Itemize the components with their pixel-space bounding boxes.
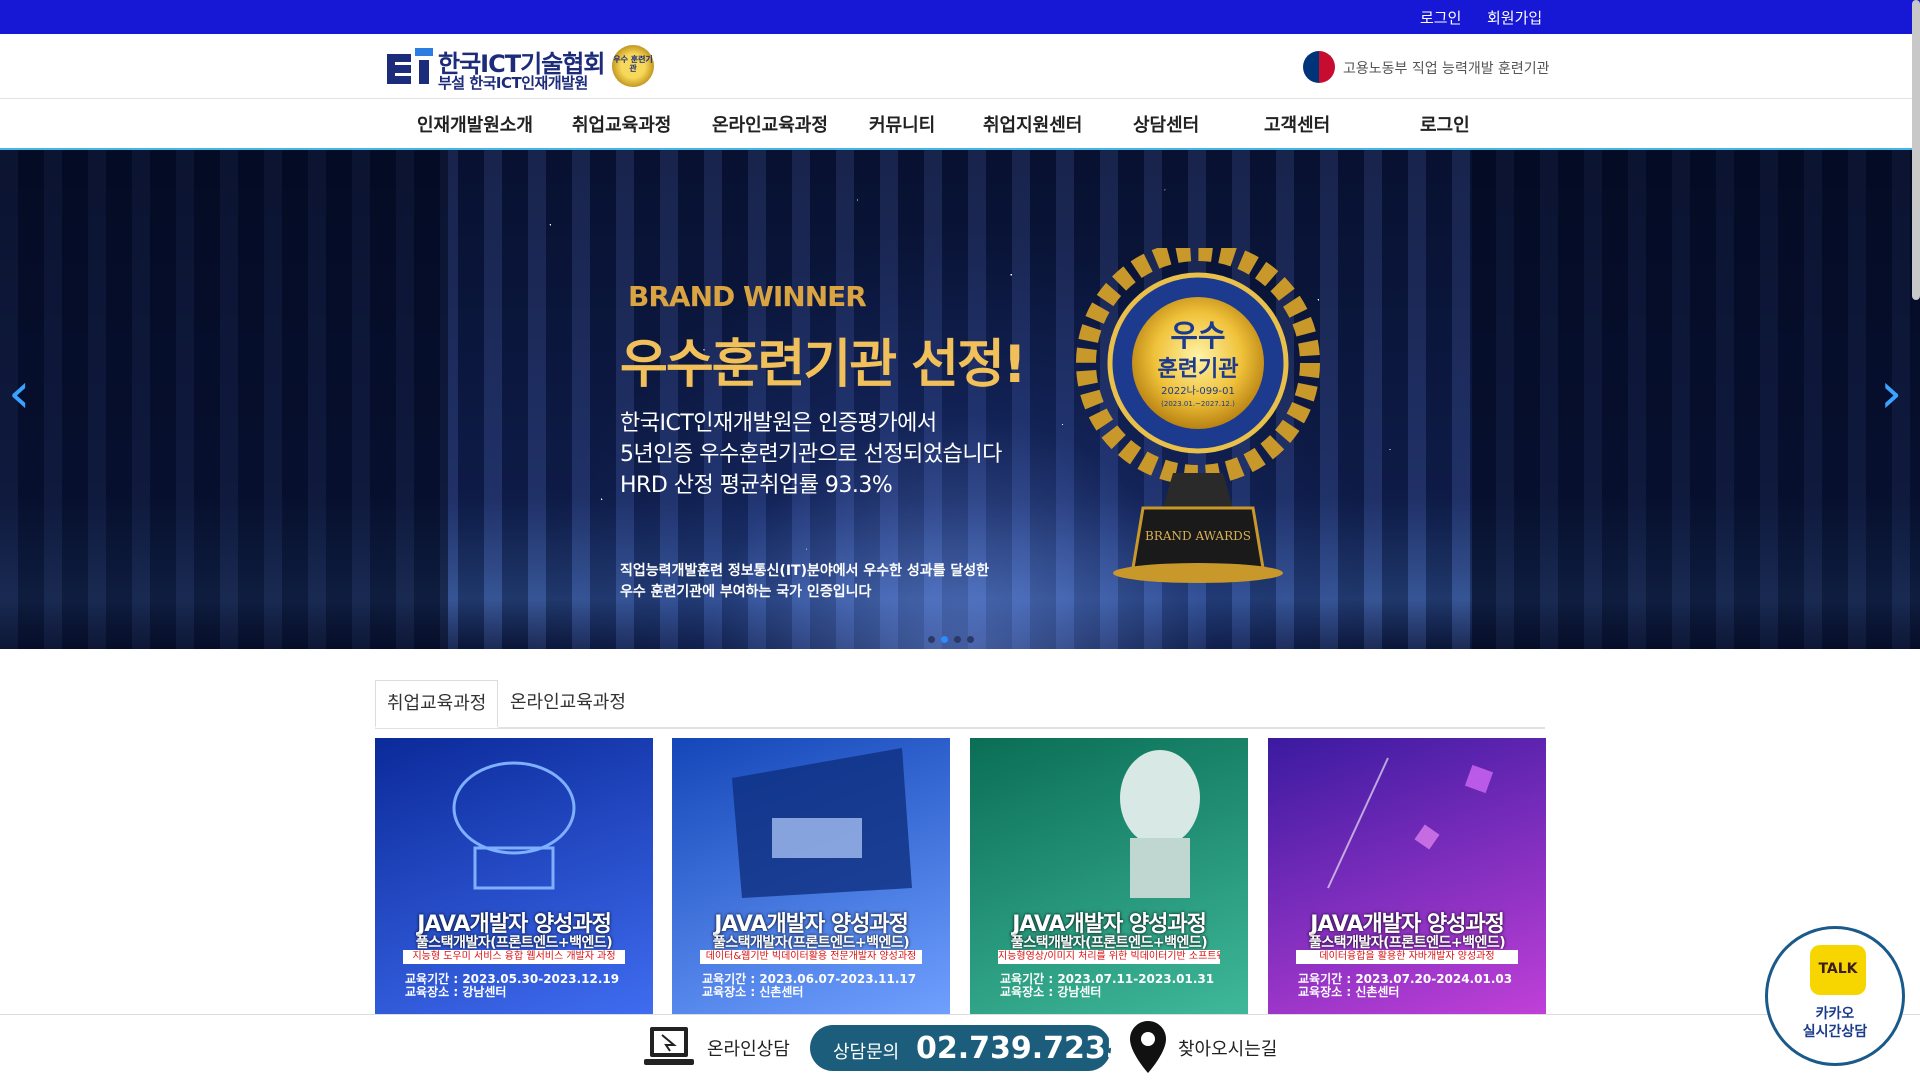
slide-dot[interactable] — [928, 636, 935, 643]
nav-item-community[interactable]: 커뮤니티 — [869, 111, 935, 137]
prev-slide-arrow-icon[interactable]: ‹ — [8, 366, 30, 422]
course-subtitle: 풀스택개발자(프론트엔드+백엔드) — [1308, 935, 1506, 951]
kakao-chat-button[interactable]: TALK 카카오실시간상담 — [1765, 926, 1905, 1066]
kakao-label-line1: 카카오 — [1815, 1006, 1855, 1022]
hero-note-1: 직업능력개발훈련 정보통신(IT)분야에서 우수한 성과를 달성한 — [620, 563, 990, 579]
site-header: 한국ICT기술협회 부설 한국ICT인재개발원 우수 훈련기관 고용노동부 직업… — [0, 34, 1920, 99]
kakao-badge: TALK — [1818, 961, 1858, 977]
tab-online-courses[interactable]: 온라인교육과정 — [499, 680, 637, 725]
phone-consult-pill[interactable]: 상담문의 02.739.7235 — [810, 1025, 1127, 1071]
hero-note-2: 우수 훈련기관에 부여하는 국가 인증입니다 — [620, 584, 872, 600]
tab-employment-courses[interactable]: 취업교육과정 — [375, 680, 499, 728]
excellence-seal-icon: 우수 훈련기관 — [612, 45, 654, 87]
trophy-base-text: BRAND AWARDS — [1145, 529, 1251, 543]
brain-chip-illustration-icon — [452, 761, 576, 890]
course-card[interactable]: JAVA개발자 양성과정 풀스택개발자(프론트엔드+백엔드) 데이터&웹기반 빅… — [672, 738, 950, 1014]
trophy-award-icon: 우수 훈련기관 2022나-099-01 (2023.01.~2027.12.)… — [1076, 248, 1320, 583]
laptop-icon[interactable] — [644, 1025, 694, 1069]
slide-dot[interactable] — [954, 636, 961, 643]
laptop-typing-illustration-icon — [732, 748, 912, 898]
hero-side-left — [0, 150, 448, 649]
top-utility-bar: 로그인 회원가입 — [0, 0, 1920, 34]
hero-line-1: 한국ICT인재개발원은 인증평가에서 — [620, 411, 937, 436]
course-subtitle: 풀스택개발자(프론트엔드+백엔드) — [415, 935, 613, 951]
nav-item-employment-courses[interactable]: 취업교육과정 — [572, 111, 671, 137]
nav-item-customer-center[interactable]: 고객센터 — [1264, 111, 1330, 137]
kakao-talk-icon: TALK — [1810, 945, 1866, 995]
course-card[interactable]: JAVA개발자 양성과정 풀스택개발자(프론트엔드+백엔드) 지능형 도우미 서… — [375, 738, 653, 1014]
bottom-quick-bar: 온라인상담 상담문의 02.739.7235 찾아오시는길 — [0, 1014, 1920, 1081]
top-signup-link[interactable]: 회원가입 — [1487, 7, 1542, 28]
nav-item-job-support[interactable]: 취업지원센터 — [983, 111, 1082, 137]
logo-icon[interactable] — [387, 48, 435, 90]
trophy-mid-text: 훈련기관 — [1158, 357, 1239, 382]
gov-emblem-icon — [1303, 51, 1335, 83]
trophy-top-text: 우수 — [1170, 319, 1225, 354]
directions-link[interactable]: 찾아오시는길 — [1178, 1035, 1277, 1061]
hero-line-2: 5년인증 우수훈련기관으로 선정되었습니다 — [620, 442, 1002, 467]
nav-item-login[interactable]: 로그인 — [1420, 111, 1470, 137]
slide-dot-active[interactable] — [941, 636, 948, 643]
page-scrollbar[interactable] — [1912, 0, 1920, 300]
trophy-code-text: 2022나-099-01 — [1161, 385, 1235, 397]
trophy-dates-text: (2023.01.~2027.12.) — [1161, 400, 1235, 408]
map-pin-icon[interactable] — [1130, 1021, 1166, 1073]
gov-text: 고용노동부 직업 능력개발 훈련기관 — [1343, 61, 1550, 77]
nav-item-about[interactable]: 인재개발원소개 — [417, 111, 533, 137]
hero-title: 우수훈련기관 선정! — [620, 335, 1027, 395]
top-login-link[interactable]: 로그인 — [1420, 7, 1461, 28]
kakao-label: 카카오실시간상담 — [1768, 1005, 1902, 1041]
online-consult-link[interactable]: 온라인상담 — [707, 1035, 790, 1061]
hero-side-right — [1472, 150, 1920, 649]
phone-label: 상담문의 — [833, 1042, 900, 1063]
robot-illustration-icon — [1120, 750, 1200, 898]
course-tag: 데이터&웹기반 빅데이터활용 전문개발자 양성과정 — [700, 950, 922, 964]
course-tag: 지능형 도우미 서비스 융합 웹서비스 개발자 과정 — [403, 950, 625, 964]
course-place: 교육장소 : 신촌센터 — [1298, 985, 1400, 999]
course-subtitle: 풀스택개발자(프론트엔드+백엔드) — [1010, 935, 1208, 951]
brand-winner-text: BRAND WINNER — [628, 280, 867, 313]
course-tag: 데이터융합을 활용한 자바개발자 양성과정 — [1296, 950, 1518, 964]
course-card[interactable]: JAVA개발자 양성과정 풀스택개발자(프론트엔드+백엔드) 지능형영상/이미지… — [970, 738, 1248, 1014]
course-subtitle: 풀스택개발자(프론트엔드+백엔드) — [712, 935, 910, 951]
course-place: 교육장소 : 강남센터 — [1000, 985, 1102, 999]
seal-text: 우수 훈련기관 — [613, 55, 653, 73]
next-slide-arrow-icon[interactable]: › — [1880, 366, 1902, 422]
abstract-cubes-illustration-icon — [1327, 757, 1494, 889]
logo-subtitle[interactable]: 부설 한국ICT인재개발원 — [438, 72, 588, 93]
hero-slider: BRAND WINNER 우수훈련기관 선정! 한국ICT인재개발원은 인증평가… — [0, 150, 1920, 649]
course-place: 교육장소 : 강남센터 — [405, 985, 507, 999]
course-card[interactable]: JAVA개발자 양성과정 풀스택개발자(프론트엔드+백엔드) 데이터융합을 활용… — [1268, 738, 1546, 1014]
nav-item-consulting[interactable]: 상담센터 — [1133, 111, 1199, 137]
course-place: 교육장소 : 신촌센터 — [702, 985, 804, 999]
slide-dot[interactable] — [967, 636, 974, 643]
kakao-label-line2: 실시간상담 — [1802, 1024, 1868, 1040]
nav-item-online-courses[interactable]: 온라인교육과정 — [712, 111, 828, 137]
hero-line-3: HRD 산정 평균취업률 93.3% — [620, 473, 893, 498]
course-tabs: 취업교육과정 온라인교육과정 — [375, 680, 1545, 729]
course-tag: 지능형영상/이미지 처리를 위한 빅데이터기반 소프트웨어 개발과정 — [998, 950, 1220, 964]
phone-number: 02.739.7235 — [916, 1031, 1127, 1066]
slide-indicator — [928, 628, 980, 647]
main-nav: 인재개발원소개 취업교육과정 온라인교육과정 커뮤니티 취업지원센터 상담센터 … — [0, 99, 1920, 150]
